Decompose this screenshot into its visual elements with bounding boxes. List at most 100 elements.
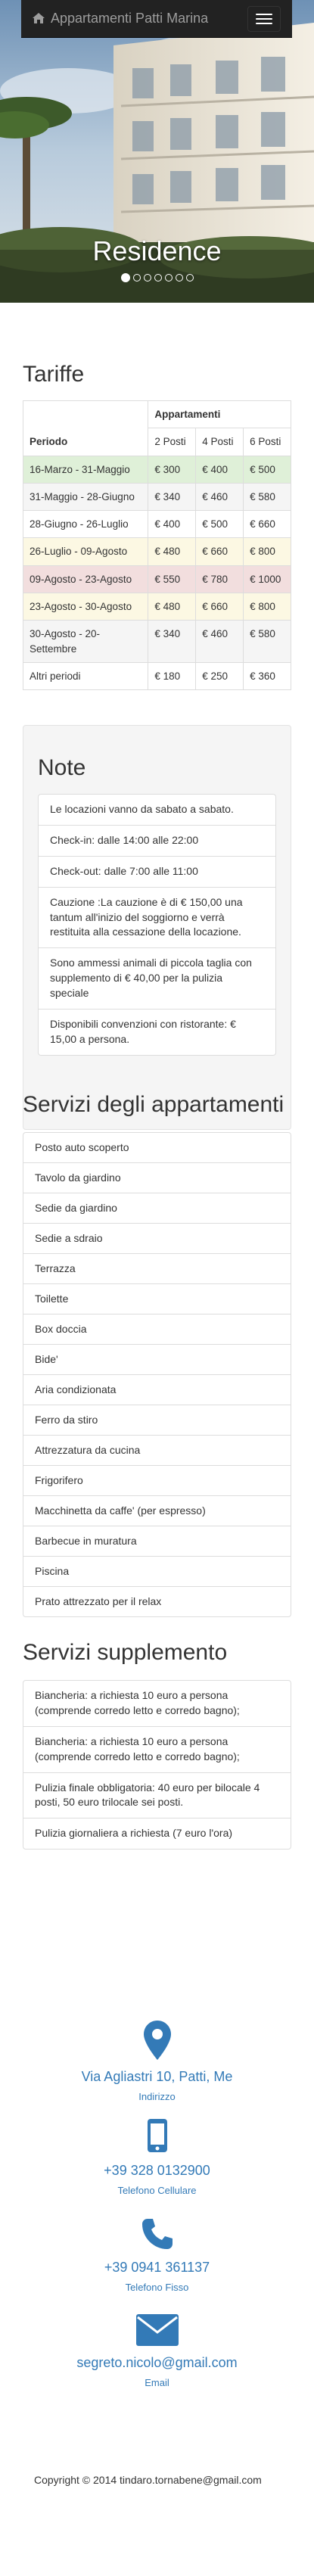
landline-link[interactable]: +39 0941 361137 (0, 2258, 314, 2278)
tariff-row: 23-Agosto - 30-Agosto € 480 € 660 € 800 (22, 592, 291, 621)
service-item: Ferro da stiro (23, 1405, 291, 1436)
service-item: Macchinetta da caffe' (per espresso) (23, 1495, 291, 1526)
service-item: Box doccia (23, 1314, 291, 1345)
page: Residence Appartamenti Patti Marina Tari… (0, 0, 314, 2576)
service-item: Posto auto scoperto (23, 1132, 291, 1163)
carousel-indicator[interactable] (164, 274, 173, 282)
address-label: Indirizzo (138, 2090, 176, 2102)
tariff-price-4: € 460 (195, 620, 244, 663)
tariff-period: 26-Luglio - 09-Agosto (22, 537, 149, 566)
carousel-caption: Residence (92, 235, 222, 266)
navbar-brand[interactable]: Appartamenti Patti Marina (33, 9, 208, 29)
tariff-period: 16-Marzo - 31-Maggio (22, 455, 149, 484)
contact-address: Via Agliastri 10, Patti, Me Indirizzo (0, 2021, 314, 2104)
tariff-price-6: € 660 (243, 510, 291, 539)
header-apartments: Appartamenti (148, 400, 291, 429)
tariff-price-4: € 250 (195, 661, 244, 691)
header-period: Periodo (22, 400, 149, 456)
carousel-indicator[interactable] (120, 273, 130, 282)
service-item: Toilette (23, 1283, 291, 1314)
tariff-price-4: € 460 (195, 482, 244, 512)
services-section: Servizi degli appartamenti Posto auto sc… (23, 1092, 291, 1617)
tariff-price-6: € 800 (243, 537, 291, 566)
tariff-price-4: € 500 (195, 510, 244, 539)
tariff-price-6: € 1000 (243, 565, 291, 593)
tariffs-table: Periodo Appartamenti 2 Posti 4 Posti 6 P… (22, 400, 291, 691)
notes-panel: Note Le locazioni vanno da sabato a saba… (23, 725, 291, 1130)
mobile-label: Telefono Cellulare (117, 2184, 197, 2196)
hamburger-icon-bar (256, 17, 272, 20)
header-col-4: 4 Posti (195, 428, 244, 456)
tariff-period: 28-Giugno - 26-Luglio (22, 510, 149, 539)
tariff-price-6: € 580 (243, 482, 291, 512)
service-item: Piscina (23, 1556, 291, 1587)
service-item: Prato attrezzato per il relax (23, 1586, 291, 1617)
services-list: Posto auto scoperto Tavolo da giardino Sed… (23, 1132, 291, 1617)
note-item: Sono ammessi animali di piccola taglia c… (38, 947, 276, 1010)
tariff-row: 28-Giugno - 26-Luglio € 400 € 500 € 660 (22, 510, 291, 539)
supplement-item: Pulizia finale obbligatoria: 40 euro per… (23, 1772, 291, 1819)
tariff-price-2: € 300 (148, 455, 197, 484)
supplement-item: Pulizia giornaliera a richiesta (7 euro … (23, 1818, 291, 1850)
carousel-indicator[interactable] (185, 274, 194, 282)
tariffs-title: Tariffe (23, 362, 85, 387)
supplements-list: Biancheria: a richiesta 10 euro a person… (23, 1680, 291, 1850)
mobile-link[interactable]: +39 328 0132900 (0, 2161, 314, 2181)
service-item: Aria condizionata (23, 1374, 291, 1405)
tariff-period: 23-Agosto - 30-Agosto (22, 592, 149, 621)
note-item: Check-in: dalle 14:00 alle 22:00 (38, 824, 276, 857)
supplements-title: Servizi supplemento (23, 1640, 228, 1665)
hamburger-menu-button[interactable] (247, 5, 281, 32)
tariff-row: 16-Marzo - 31-Maggio € 300 € 400 € 500 (22, 455, 291, 484)
supplements-section: Servizi supplemento Biancheria: a richie… (23, 1640, 291, 1850)
tariff-price-2: € 180 (148, 661, 197, 691)
mobile-phone-icon (147, 2119, 167, 2152)
service-item: Attrezzatura da cucina (23, 1435, 291, 1466)
header-col-2: 2 Posti (148, 428, 197, 456)
carousel-indicator[interactable] (132, 274, 141, 282)
carousel-indicator[interactable] (143, 274, 151, 282)
note-item: Check-out: dalle 7:00 alle 11:00 (38, 855, 276, 888)
hero-carousel[interactable]: Residence (0, 0, 314, 303)
map-marker-icon (143, 2021, 171, 2060)
service-item: Sedie a sdraio (23, 1223, 291, 1254)
tariff-price-6: € 800 (243, 592, 291, 621)
email-link[interactable]: segreto.nicolo@gmail.com (0, 2354, 314, 2373)
tariff-period: 30-Agosto - 20-Settembre (22, 620, 149, 663)
tariff-price-6: € 580 (243, 620, 291, 663)
tariff-price-4: € 780 (195, 565, 244, 593)
services-title: Servizi degli appartamenti (23, 1092, 284, 1117)
tariff-row: 31-Maggio - 28-Giugno € 340 € 460 € 580 (22, 482, 291, 512)
tariff-period: Altri periodi (22, 661, 149, 691)
tariff-price-2: € 340 (148, 482, 197, 512)
tariff-price-2: € 400 (148, 510, 197, 539)
note-item: Cauzione :La cauzione è di € 150,00 una … (38, 886, 276, 949)
tariff-period: 09-Agosto - 23-Agosto (22, 565, 149, 593)
contact-landline: +39 0941 361137 Telefono Fisso (0, 2217, 314, 2294)
email-label: Email (145, 2376, 169, 2388)
service-item: Bide' (23, 1344, 291, 1375)
phone-icon (141, 2219, 173, 2249)
envelope-icon (135, 2314, 179, 2346)
supplement-item: Biancheria: a richiesta 10 euro a person… (23, 1680, 291, 1727)
contact-email: segreto.nicolo@gmail.com Email (0, 2314, 314, 2390)
tariff-price-4: € 660 (195, 592, 244, 621)
hamburger-icon-bar (256, 22, 272, 24)
tariff-period: 31-Maggio - 28-Giugno (22, 482, 149, 512)
service-item: Barbecue in muratura (23, 1526, 291, 1557)
carousel-indicator[interactable] (154, 274, 162, 282)
brand-label: Appartamenti Patti Marina (51, 10, 209, 26)
tariffs-section: Tariffe Periodo Appartamenti 2 Posti 4 P… (22, 362, 291, 691)
address-link[interactable]: Via Agliastri 10, Patti, Me (0, 2067, 314, 2087)
navbar: Appartamenti Patti Marina (21, 0, 292, 38)
tariff-price-2: € 550 (148, 565, 197, 593)
contact-mobile: +39 328 0132900 Telefono Cellulare (0, 2119, 314, 2198)
tariff-price-6: € 500 (243, 455, 291, 484)
tariff-row: Altri periodi € 180 € 250 € 360 (22, 661, 291, 691)
carousel-indicator[interactable] (175, 274, 183, 282)
home-icon (33, 13, 45, 24)
tariff-price-4: € 400 (195, 455, 244, 484)
header-col-6: 6 Posti (243, 428, 291, 456)
tariff-price-4: € 660 (195, 537, 244, 566)
service-item: Terrazza (23, 1253, 291, 1284)
